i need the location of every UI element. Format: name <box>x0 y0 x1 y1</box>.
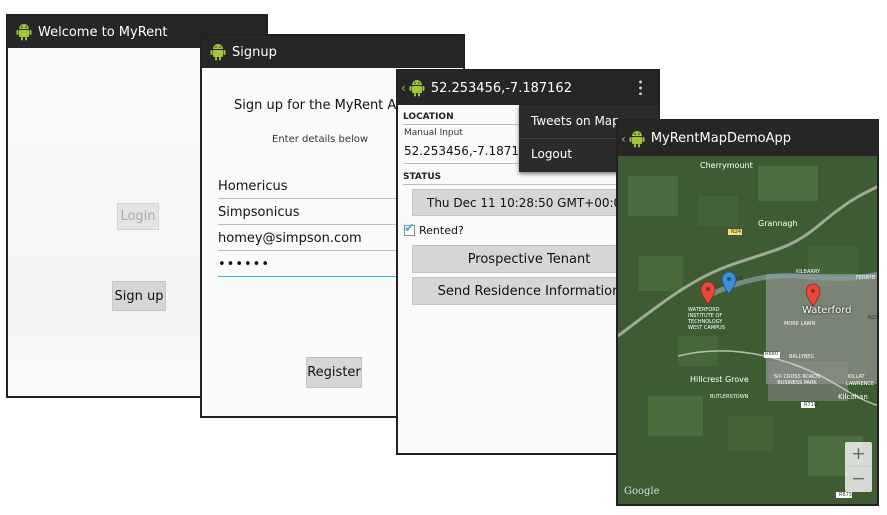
zoom-controls: + − <box>845 442 872 492</box>
map-title: MyRentMapDemoApp <box>650 131 791 146</box>
road-r710: R710 <box>804 402 818 408</box>
place-waterford: Waterford <box>802 305 852 316</box>
app-icon[interactable] <box>629 130 645 148</box>
road-n24: N24 <box>731 229 742 235</box>
signup-button[interactable]: Sign up <box>112 281 166 311</box>
prospective-tenant-button[interactable]: Prospective Tenant <box>412 245 646 273</box>
checkmark-icon: ✔ <box>404 221 415 236</box>
place-ferryb: FERRYB <box>856 275 876 281</box>
app-icon <box>16 24 32 41</box>
road-n9: N9 <box>736 276 743 282</box>
signup-title: Signup <box>232 44 277 60</box>
welcome-title: Welcome to MyRent <box>38 24 168 40</box>
menu-item-tweets-on-map[interactable]: Tweets on Map <box>531 114 620 128</box>
manual-input-label: Manual Input <box>404 128 463 138</box>
place-butlerstown: BUTLERSTOWN <box>710 394 749 400</box>
road-r680: R680 <box>765 351 779 357</box>
rented-label: Rented? <box>419 224 464 237</box>
map-screen: ‹ MyRentMapDemoApp Cherrymount Grannagh … <box>616 119 879 506</box>
place-cherrymount: Cherrymount <box>700 161 753 170</box>
app-icon[interactable] <box>409 79 425 97</box>
signup-action-bar: Signup <box>202 36 463 68</box>
place-lawrence: LAWRENCE <box>846 381 875 387</box>
overflow-menu-icon[interactable] <box>639 79 642 95</box>
place-kilcohan: Kilcohan <box>838 393 868 401</box>
back-chevron-icon[interactable]: ‹ <box>401 81 406 95</box>
send-residence-button[interactable]: Send Residence Information <box>412 277 646 305</box>
residence-title: 52.253456,-7.187162 <box>430 80 572 96</box>
register-button[interactable]: Register <box>306 357 362 388</box>
place-ballybeg: BALLYBEG <box>789 354 815 360</box>
place-wit: WATERFORD INSTITUTE OF TECHNOLOGY WEST C… <box>688 307 725 331</box>
place-killat: KILLAT <box>848 374 865 380</box>
zoom-out-button[interactable]: − <box>845 467 872 492</box>
signup-subheading: Enter details below <box>272 134 369 145</box>
road-n25: N25 <box>868 315 879 321</box>
login-button[interactable]: Login <box>117 203 159 230</box>
back-chevron-icon[interactable]: ‹ <box>621 132 626 146</box>
place-more-lawn: MORE LAWN <box>784 321 816 327</box>
place-hillcrest-grove: Hillcrest Grove <box>690 375 749 384</box>
app-icon <box>210 44 226 61</box>
road-r675: R675 <box>839 492 853 498</box>
menu-item-logout[interactable]: Logout <box>531 147 572 161</box>
place-six-cross-roads: SIX CROSS ROADS BUSINESS PARK <box>773 374 821 386</box>
residence-action-bar: ‹ 52.253456,-7.187162 <box>398 71 658 105</box>
satellite-map[interactable] <box>618 156 879 506</box>
google-attribution: Google <box>624 486 660 497</box>
place-kilbarry: KILBARRY <box>796 269 821 275</box>
map-action-bar: ‹ MyRentMapDemoApp <box>618 121 877 156</box>
place-grannagh: Grannagh <box>758 219 798 228</box>
signup-heading: Sign up for the MyRent App <box>234 98 413 113</box>
zoom-in-button[interactable]: + <box>845 442 872 467</box>
rented-checkbox[interactable]: ✔ <box>404 221 415 236</box>
